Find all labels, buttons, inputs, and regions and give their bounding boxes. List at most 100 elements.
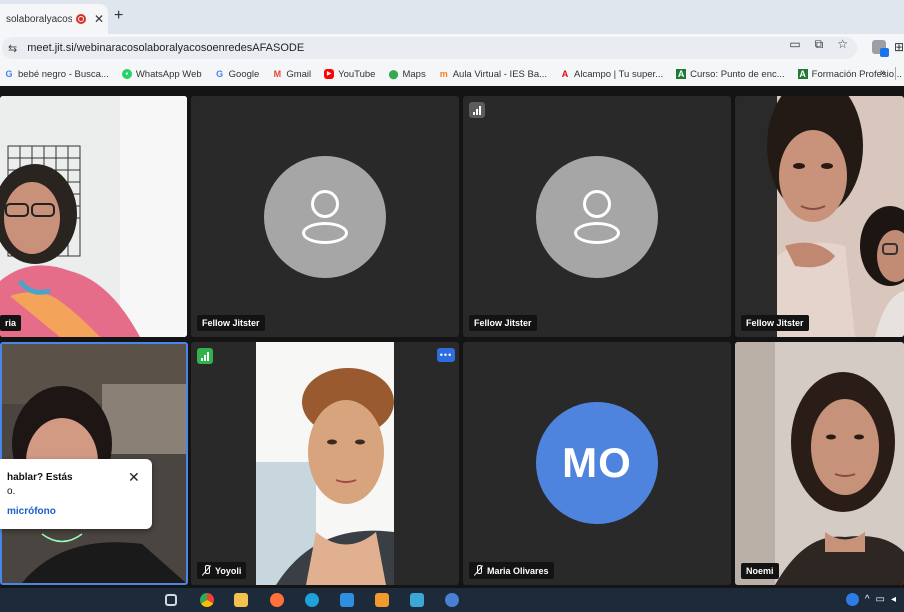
bookmarks-separator bbox=[895, 67, 896, 80]
network-icon[interactable]: ▭ bbox=[876, 594, 885, 605]
store-icon[interactable] bbox=[340, 593, 354, 607]
app-icon[interactable] bbox=[410, 593, 424, 607]
edge-icon[interactable] bbox=[305, 593, 319, 607]
mic-muted-icon bbox=[202, 565, 211, 576]
participant-name-tag: Maria Olivares bbox=[469, 562, 554, 579]
participant-name: Maria Olivares bbox=[487, 565, 549, 576]
alcampo-icon: A bbox=[561, 69, 569, 79]
participant-tile[interactable]: Fellow Jitster bbox=[463, 96, 731, 337]
omnibox-actions: ▭ ⧉ ☆ bbox=[789, 37, 848, 52]
participant-name: Fellow Jitster bbox=[474, 318, 532, 328]
app-icon[interactable] bbox=[445, 593, 459, 607]
install-app-icon[interactable]: ⧉ bbox=[815, 37, 824, 52]
bookmark-item[interactable]: ● WhatsApp Web bbox=[121, 68, 202, 80]
default-avatar bbox=[264, 156, 386, 278]
whatsapp-icon: ● bbox=[121, 69, 132, 79]
camera-icon[interactable]: ▭ bbox=[789, 37, 800, 52]
tab-title: solaboralyacos bbox=[6, 13, 72, 25]
new-tab-icon[interactable]: + bbox=[114, 7, 123, 25]
participant-tile[interactable]: Fellow Jitster bbox=[191, 96, 459, 337]
bookmark-item[interactable]: M Gmail bbox=[272, 68, 312, 80]
participant-tile[interactable]: ••• Yoyoli bbox=[191, 342, 459, 585]
participant-name-tag: ria bbox=[0, 315, 22, 331]
participant-name: Yoyoli bbox=[215, 565, 242, 576]
bookmark-item[interactable]: Gbebé negro - Busca... bbox=[4, 68, 109, 80]
prompt-text: o. bbox=[7, 486, 16, 497]
course-a-icon: A bbox=[797, 69, 808, 79]
participant-tile[interactable]: Noemi bbox=[735, 342, 904, 585]
participant-name-tag: Fellow Jitster bbox=[197, 315, 265, 331]
bookmark-item[interactable]: A Curso: Punto de enc... bbox=[676, 69, 785, 80]
bookmark-label: Aula Virtual - IES Ba... bbox=[452, 68, 548, 80]
close-icon[interactable]: ✕ bbox=[128, 469, 140, 486]
tab-strip: solaboralyacos ✕ + bbox=[0, 0, 904, 34]
bookmark-item[interactable]: A Alcampo | Tu super... bbox=[560, 69, 663, 80]
mic-prompt-dialog: hablar? Estás o. micrófono ✕ bbox=[0, 459, 152, 529]
bookmark-label: Curso: Punto de enc... bbox=[690, 68, 785, 80]
bookmark-item[interactable]: G Google bbox=[215, 69, 259, 80]
bookmark-label: YouTube bbox=[338, 68, 376, 80]
participant-tile[interactable]: MO Maria Olivares bbox=[463, 342, 731, 585]
connection-status-icon[interactable] bbox=[469, 102, 485, 118]
participant-name-tag: Fellow Jitster bbox=[469, 315, 537, 331]
participant-video bbox=[735, 96, 904, 337]
course-a-icon: A bbox=[676, 69, 687, 79]
bookmark-item[interactable]: A Formación Profesio... bbox=[797, 69, 902, 80]
bookmarks-bar: Gbebé negro - Busca... ● WhatsApp Web G Goog… bbox=[0, 62, 904, 86]
app-icon[interactable] bbox=[375, 593, 389, 607]
site-info-icon[interactable]: ⇆ bbox=[8, 42, 17, 55]
participant-name-tag: Yoyoli bbox=[197, 562, 247, 579]
extension-icon[interactable] bbox=[872, 40, 889, 57]
moodle-icon: m bbox=[439, 69, 448, 79]
google-g-icon: G bbox=[216, 69, 224, 79]
browser-tab[interactable]: solaboralyacos ✕ bbox=[0, 4, 108, 34]
user-icon bbox=[311, 190, 339, 218]
participant-name: Noemi bbox=[746, 566, 774, 576]
file-explorer-icon[interactable] bbox=[234, 593, 248, 607]
participant-video bbox=[0, 96, 187, 337]
default-avatar bbox=[536, 156, 658, 278]
connection-status-icon[interactable] bbox=[197, 348, 213, 364]
meeting-grid: ria Fellow Jitster Fellow Jitster Fellow… bbox=[0, 86, 904, 588]
bookmark-label: Alcampo | Tu super... bbox=[574, 68, 664, 80]
task-view-icon[interactable] bbox=[165, 594, 177, 606]
maps-pin-icon: ⬤ bbox=[388, 69, 399, 79]
unmute-microphone-link[interactable]: micrófono bbox=[7, 506, 56, 517]
gmail-icon: M bbox=[273, 69, 282, 79]
user-icon-body bbox=[574, 222, 620, 244]
participant-tile[interactable]: Fellow Jitster bbox=[735, 96, 904, 337]
bookmark-item[interactable]: ▶ YouTube bbox=[324, 69, 375, 80]
google-g-icon: G bbox=[5, 69, 13, 79]
system-tray: ^ ▭ ◂ bbox=[845, 593, 896, 606]
participant-name-tag: Fellow Jitster bbox=[741, 315, 809, 331]
bookmark-item[interactable]: ⬤ Maps bbox=[388, 69, 425, 80]
firefox-icon[interactable] bbox=[270, 593, 284, 607]
bookmark-label: Gmail bbox=[286, 68, 312, 80]
extensions-menu-icon[interactable]: ⊞ bbox=[894, 40, 904, 54]
bookmark-item[interactable]: m Aula Virtual - IES Ba... bbox=[439, 69, 547, 80]
participant-video bbox=[256, 342, 394, 585]
prompt-question: hablar? Estás bbox=[7, 472, 73, 483]
initials-avatar: MO bbox=[536, 402, 658, 524]
chrome-icon[interactable] bbox=[200, 593, 214, 607]
os-taskbar: ^ ▭ ◂ bbox=[0, 588, 904, 612]
participant-tile[interactable]: ria bbox=[0, 96, 187, 337]
participant-name-tag: Noemi bbox=[741, 563, 779, 579]
participant-name: Fellow Jitster bbox=[202, 318, 260, 328]
recording-icon bbox=[76, 14, 86, 24]
participant-video bbox=[735, 342, 904, 585]
bookmark-label: Maps bbox=[402, 68, 426, 80]
bookmark-label: WhatsApp Web bbox=[135, 68, 202, 80]
bookmarks-overflow-icon[interactable]: » bbox=[880, 67, 886, 79]
more-options-icon[interactable]: ••• bbox=[437, 348, 455, 362]
close-tab-icon[interactable]: ✕ bbox=[94, 12, 104, 26]
chevron-up-icon[interactable]: ^ bbox=[865, 594, 870, 605]
address-bar[interactable]: ⇆ meet.jit.si/webinaracosolaboralyacosoe… bbox=[2, 37, 857, 59]
bookmark-star-icon[interactable]: ☆ bbox=[837, 37, 848, 52]
help-icon[interactable] bbox=[845, 593, 859, 606]
volume-icon[interactable]: ◂ bbox=[891, 594, 896, 605]
user-icon-body bbox=[302, 222, 348, 244]
bookmark-label: bebé negro - Busca... bbox=[18, 68, 109, 80]
youtube-icon: ▶ bbox=[324, 69, 335, 79]
browser-toolbar: ⇆ meet.jit.si/webinaracosolaboralyacosoe… bbox=[0, 34, 904, 62]
